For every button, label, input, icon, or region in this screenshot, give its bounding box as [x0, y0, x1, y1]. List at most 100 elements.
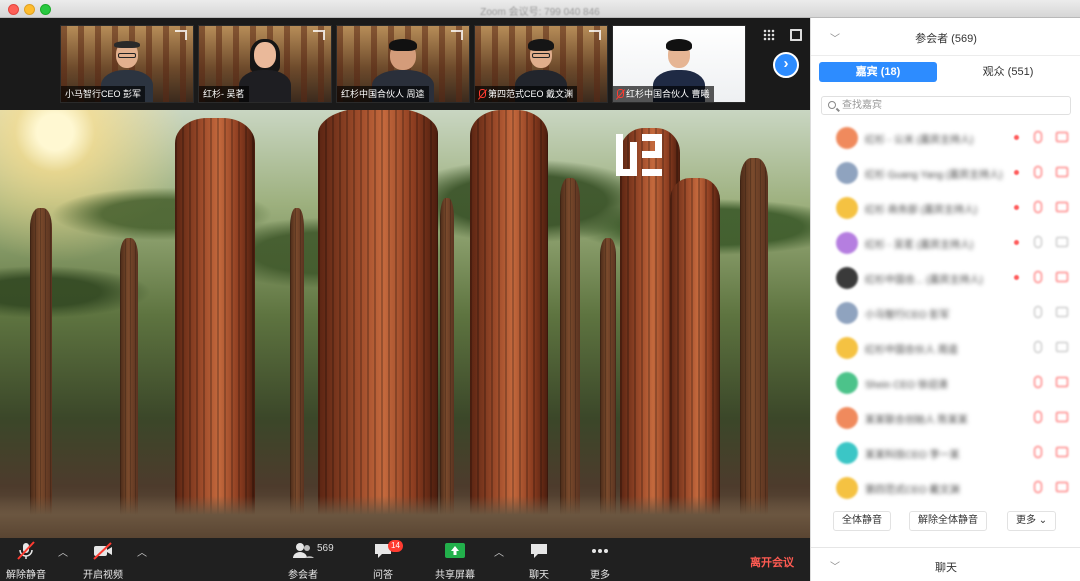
chat-icon [509, 541, 569, 561]
search-box [821, 96, 1071, 115]
video-off-icon[interactable] [1056, 412, 1068, 422]
unmute-button[interactable]: 解除静音 [0, 541, 56, 581]
tree-trunk [290, 208, 304, 538]
mic-icon[interactable] [1034, 236, 1042, 248]
participant-row[interactable]: 红杉 Guang Yang (嘉宾主持人) [811, 156, 1080, 190]
mic-icon[interactable] [1034, 306, 1042, 318]
sequoia-logo-icon [175, 30, 187, 40]
participant-row[interactable]: 第四范式CEO 戴文渊 [811, 471, 1080, 505]
forest-ground [0, 496, 810, 538]
panel-more-button[interactable]: 更多 ⌄ [1007, 511, 1057, 531]
raised-status-icon [1014, 135, 1019, 140]
zoom-window: Zoom 会议号: 799 040 846 小马智行CEO 彭军 红杉- 吴茗 [0, 0, 1080, 581]
avatar [836, 477, 858, 499]
tree-trunk [120, 238, 138, 538]
video-tile[interactable]: 红杉- 吴茗 [198, 25, 332, 103]
participant-name: 红杉 Guang Yang (嘉宾主持人) [865, 170, 1003, 181]
mute-all-button[interactable]: 全体静音 [833, 511, 891, 531]
video-off-icon[interactable] [1056, 167, 1068, 177]
share-screen-button[interactable]: 共享屏幕 [425, 541, 485, 581]
raised-status-icon [1014, 170, 1019, 175]
audio-options-caret-icon[interactable]: ︿ [58, 549, 68, 559]
panel-header: ﹀ 参会者 (569) [811, 18, 1080, 56]
chat-button[interactable]: 聊天 [509, 541, 569, 581]
unmute-all-button[interactable]: 解除全体静音 [909, 511, 987, 531]
raised-status-icon [1014, 275, 1019, 280]
tree-trunk [670, 178, 720, 538]
video-tile[interactable]: 第四范式CEO 戴文渊 [474, 25, 608, 103]
sequoia-logo-icon [589, 30, 601, 40]
tree-trunk [600, 238, 616, 538]
video-off-icon[interactable] [1056, 447, 1068, 457]
muted-mic-icon [617, 89, 624, 98]
muted-mic-icon[interactable] [1034, 166, 1042, 178]
muted-mic-icon[interactable] [1034, 376, 1042, 388]
video-area: 小马智行CEO 彭军 红杉- 吴茗 红杉中国合伙人 周逵 第四范式CEO 戴文渊… [0, 18, 810, 538]
more-button[interactable]: 更多 [570, 541, 630, 581]
tab-panelists[interactable]: 嘉宾 (18) [819, 62, 937, 82]
video-off-icon[interactable] [1056, 132, 1068, 142]
participant-name: 红杉中国合... (嘉宾主持人) [865, 275, 983, 286]
qa-button[interactable]: 问答 [353, 541, 413, 581]
video-options-caret-icon[interactable]: ︿ [137, 549, 147, 559]
more-dots-icon [570, 541, 630, 561]
muted-mic-icon[interactable] [1034, 446, 1042, 458]
participant-row[interactable]: 红杉 - 公关 (嘉宾主持人) [811, 121, 1080, 155]
participant-name: 某某科技CEO 李一某 [865, 450, 960, 461]
sequoia-logo-icon [313, 30, 325, 40]
participant-row[interactable]: 某某科技CEO 李一某 [811, 436, 1080, 470]
leave-meeting-button[interactable]: 离开会议 [750, 554, 794, 570]
search-icon [828, 101, 836, 109]
muted-mic-icon[interactable] [1034, 201, 1042, 213]
participant-name: 红杉 - 公关 (嘉宾主持人) [865, 135, 974, 146]
video-tile[interactable]: 红杉中国合伙人 周逵 [336, 25, 470, 103]
video-tile[interactable]: 红杉中国合伙人 曹曦 [612, 25, 746, 103]
video-off-icon[interactable] [1056, 202, 1068, 212]
participant-name: 红杉中国合伙人 周逵 [865, 345, 958, 356]
video-icon[interactable] [1056, 237, 1068, 247]
participant-row[interactable]: 红杉中国合伙人 周逵 [811, 331, 1080, 365]
participant-row[interactable]: 红杉 商务部 (嘉宾主持人) [811, 191, 1080, 225]
video-off-icon[interactable] [1056, 377, 1068, 387]
chevron-down-icon: ⌄ [1038, 515, 1048, 526]
avatar [836, 302, 858, 324]
muted-mic-icon[interactable] [1034, 481, 1042, 493]
video-off-icon[interactable] [1056, 272, 1068, 282]
muted-mic-icon[interactable] [1034, 411, 1042, 423]
participant-tabs: 嘉宾 (18) 观众 (551) [819, 62, 1067, 82]
participant-row[interactable]: 红杉中国合... (嘉宾主持人) [811, 261, 1080, 295]
sequoia-logo-icon [616, 134, 662, 176]
video-icon[interactable] [1056, 307, 1068, 317]
muted-mic-icon[interactable] [1034, 131, 1042, 143]
start-video-button[interactable]: 开启视频 [73, 541, 133, 581]
participant-name: 红杉 - 吴茗 (嘉宾主持人) [865, 240, 974, 251]
tree-trunk [470, 110, 548, 538]
participant-row[interactable]: 小马智行CEO 彭军 [811, 296, 1080, 330]
tile-name-label: 红杉中国合伙人 曹曦 [613, 86, 714, 102]
participant-row[interactable]: 某某联合创始人 陈某某 [811, 401, 1080, 435]
participant-row[interactable]: 红杉 - 吴茗 (嘉宾主持人) [811, 226, 1080, 260]
mic-icon[interactable] [1034, 341, 1042, 353]
fullscreen-icon[interactable] [790, 29, 802, 41]
share-options-caret-icon[interactable]: ︿ [494, 549, 504, 559]
chat-section-header[interactable]: ﹀ 聊天 [811, 547, 1080, 581]
avatar [836, 127, 858, 149]
search-input[interactable] [842, 98, 1062, 113]
panel-title: 参会者 (569) [915, 33, 977, 45]
video-tile[interactable]: 小马智行CEO 彭军 [60, 25, 194, 103]
meeting-toolbar: 解除静音 ︿ 开启视频 ︿ 参会者 569 问答 14 共享屏幕 ︿ 聊天 更多… [0, 538, 810, 581]
tree-trunk [30, 208, 52, 538]
next-page-button[interactable]: › [773, 52, 799, 78]
tab-attendees[interactable]: 观众 (551) [949, 62, 1067, 82]
video-icon[interactable] [1056, 342, 1068, 352]
tile-name-label: 红杉中国合伙人 周逵 [337, 86, 429, 102]
participant-name: 小马智行CEO 彭军 [865, 310, 950, 321]
chevron-right-icon: › [783, 55, 789, 72]
video-off-icon[interactable] [1056, 482, 1068, 492]
raised-status-icon [1014, 205, 1019, 210]
muted-mic-icon[interactable] [1034, 271, 1042, 283]
gallery-view-icon[interactable] [763, 29, 775, 41]
participant-row[interactable]: Shein CEO 徐迎清 [811, 366, 1080, 400]
chat-title: 聊天 [935, 562, 957, 574]
tree-trunk [440, 198, 454, 538]
